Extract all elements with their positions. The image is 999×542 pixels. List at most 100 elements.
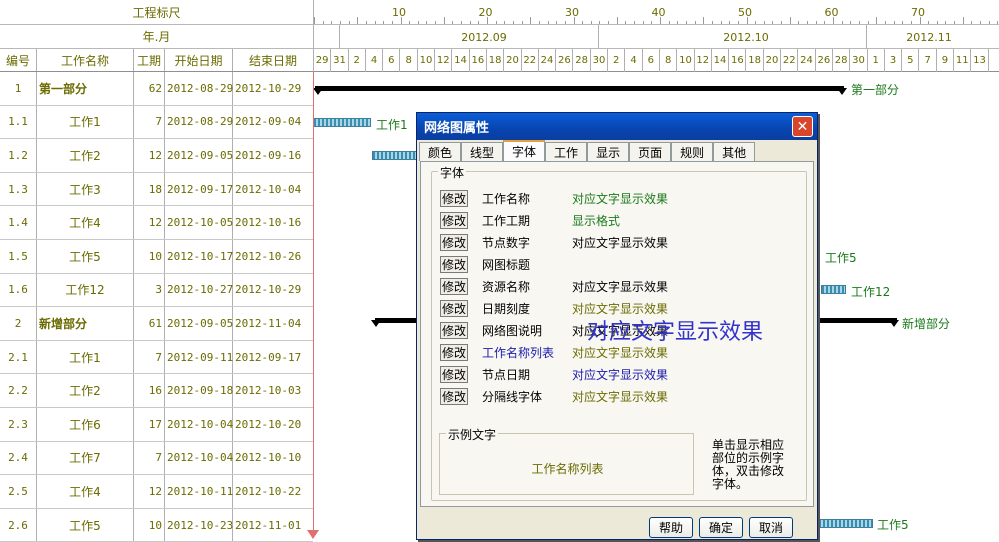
day-cell: 18 <box>487 49 505 72</box>
modify-button[interactable]: 修改 <box>440 343 468 361</box>
table-row[interactable]: 2.5 工作4 12 2012-10-11 2012-10-22 <box>0 475 313 509</box>
help-button[interactable]: 帮助 <box>649 517 693 538</box>
dialog-titlebar[interactable]: 网络图属性 ✕ <box>417 113 817 140</box>
modify-button[interactable]: 修改 <box>440 277 468 295</box>
group-bar-1[interactable] <box>315 86 844 91</box>
row-end-date: 2012-10-10 <box>235 451 302 465</box>
task-bar-2-6[interactable] <box>818 519 873 528</box>
time-ruler: 10 20 30 40 50 60 70 <box>313 0 999 25</box>
col-header-duration[interactable]: 工期 <box>134 49 165 71</box>
task-bar-1-2[interactable] <box>372 151 417 160</box>
tab-1[interactable]: 线型 <box>461 142 504 161</box>
font-item-label[interactable]: 工作名称列表 <box>482 344 572 361</box>
day-cell: 12 <box>435 49 453 72</box>
row-name: 工作4 <box>37 206 134 239</box>
font-item-sample[interactable]: 对应文字显示效果 <box>572 388 668 405</box>
font-item-label[interactable]: 网络图说明 <box>482 322 572 339</box>
tab-2[interactable]: 字体 <box>503 140 546 161</box>
font-item-label[interactable]: 网图标题 <box>482 256 572 273</box>
modify-button[interactable]: 修改 <box>440 255 468 273</box>
day-cell: 6 <box>383 49 401 72</box>
font-item-sample[interactable]: 对应文字显示效果 <box>572 366 668 383</box>
table-row[interactable]: 2.1 工作1 7 2012-09-11 2012-09-17 <box>0 340 313 375</box>
table-row[interactable]: 2.6 工作5 10 2012-10-23 2012-11-01 <box>0 508 313 542</box>
modify-button[interactable]: 修改 <box>440 299 468 317</box>
row-start-date: 2012-09-18 <box>165 374 233 407</box>
font-item-sample[interactable]: 对应文字显示效果 <box>572 190 668 207</box>
col-header-id[interactable]: 编号 <box>0 49 37 71</box>
font-item-label[interactable]: 节点数字 <box>482 234 572 251</box>
ruler-tick <box>988 21 990 24</box>
font-item-label[interactable]: 分隔线字体 <box>482 388 572 405</box>
day-cell: 30 <box>591 49 609 72</box>
ruler-tick <box>331 21 333 24</box>
modify-button[interactable]: 修改 <box>440 189 468 207</box>
tab-0[interactable]: 颜色 <box>419 142 462 161</box>
modify-button[interactable]: 修改 <box>440 233 468 251</box>
row-id: 1.6 <box>0 273 37 307</box>
ok-button[interactable]: 确定 <box>699 517 743 538</box>
day-cell: 1 <box>868 49 885 72</box>
row-start-date: 2012-10-04 <box>165 441 233 475</box>
row-duration: 3 <box>134 273 165 307</box>
task-bar-1-6[interactable] <box>821 285 846 294</box>
font-item-label[interactable]: 工作名称 <box>482 190 572 207</box>
font-item-sample[interactable]: 对应文字显示效果 <box>572 344 668 361</box>
row-name: 工作2 <box>37 374 134 407</box>
row-id: 1.1 <box>0 105 37 139</box>
day-cell: 18 <box>747 49 764 72</box>
col-header-start[interactable]: 开始日期 <box>165 49 233 71</box>
col-header-name[interactable]: 工作名称 <box>37 49 134 71</box>
table-row[interactable]: 1.1 工作1 7 2012-08-29 2012-09-04 <box>0 105 313 140</box>
table-row[interactable]: 1.3 工作3 18 2012-09-17 2012-10-04 <box>0 172 313 207</box>
tab-6[interactable]: 规则 <box>671 142 714 161</box>
col-header-end[interactable]: 结束日期 <box>233 49 313 71</box>
table-row[interactable]: 1.2 工作2 12 2012-09-05 2012-09-16 <box>0 139 313 173</box>
font-item-sample[interactable]: 对应文字显示效果 <box>572 234 668 251</box>
ruler-tick <box>426 21 428 24</box>
ruler-tick <box>711 21 713 24</box>
ruler-tick <box>616 17 618 24</box>
day-cell: 29 <box>314 49 332 72</box>
current-date-line[interactable] <box>313 72 314 534</box>
ruler-tick <box>685 21 687 24</box>
ruler-tick <box>971 21 973 24</box>
modify-button[interactable]: 修改 <box>440 211 468 229</box>
ruler-tick <box>807 21 809 24</box>
font-item-label[interactable]: 节点日期 <box>482 366 572 383</box>
close-button[interactable]: ✕ <box>792 116 813 137</box>
row-end-date: 2012-09-16 <box>235 148 302 162</box>
font-item-sample[interactable]: 对应文字显示效果 <box>572 278 668 295</box>
tab-4[interactable]: 显示 <box>587 142 630 161</box>
ruler-tick <box>737 21 739 24</box>
font-item-label[interactable]: 资源名称 <box>482 278 572 295</box>
row-end-date: 2012-10-29 <box>235 81 302 95</box>
table-row[interactable]: 2.4 工作7 7 2012-10-04 2012-10-10 <box>0 441 313 476</box>
table-row[interactable]: 1.4 工作4 12 2012-10-05 2012-10-16 <box>0 206 313 240</box>
modify-button[interactable]: 修改 <box>440 365 468 383</box>
tab-7[interactable]: 其他 <box>713 142 756 161</box>
dialog-title: 网络图属性 <box>424 121 490 136</box>
tab-5[interactable]: 页面 <box>629 142 672 161</box>
font-item-label[interactable]: 工作工期 <box>482 212 572 229</box>
table-row[interactable]: 2 新增部分 61 2012-09-05 2012-11-04 <box>0 307 313 341</box>
row-duration: 12 <box>134 139 165 172</box>
modify-button[interactable]: 修改 <box>440 321 468 339</box>
group-1-label: 第一部分 <box>851 83 900 97</box>
table-row[interactable]: 1 第一部分 62 2012-08-29 2012-10-29 <box>0 72 313 106</box>
table-row[interactable]: 2.2 工作2 16 2012-09-18 2012-10-03 <box>0 374 313 408</box>
font-item-sample[interactable]: 显示格式 <box>572 212 620 229</box>
modify-button[interactable]: 修改 <box>440 387 468 405</box>
ruler-number: 10 <box>392 6 406 19</box>
row-start-date: 2012-10-05 <box>165 206 233 239</box>
table-row[interactable]: 2.3 工作6 17 2012-10-04 2012-10-20 <box>0 407 313 442</box>
ruler-tick <box>884 21 886 24</box>
font-item-label[interactable]: 日期刻度 <box>482 300 572 317</box>
table-row[interactable]: 1.6 工作12 3 2012-10-27 2012-10-29 <box>0 273 313 308</box>
ruler-tick <box>608 21 610 24</box>
table-row[interactable]: 1.5 工作5 10 2012-10-17 2012-10-26 <box>0 239 313 274</box>
tab-3[interactable]: 工作 <box>545 142 588 161</box>
month-scale: 2012.09 2012.10 2012.11 <box>313 25 999 49</box>
cancel-button[interactable]: 取消 <box>749 517 793 538</box>
task-bar-1-1[interactable] <box>313 118 371 127</box>
